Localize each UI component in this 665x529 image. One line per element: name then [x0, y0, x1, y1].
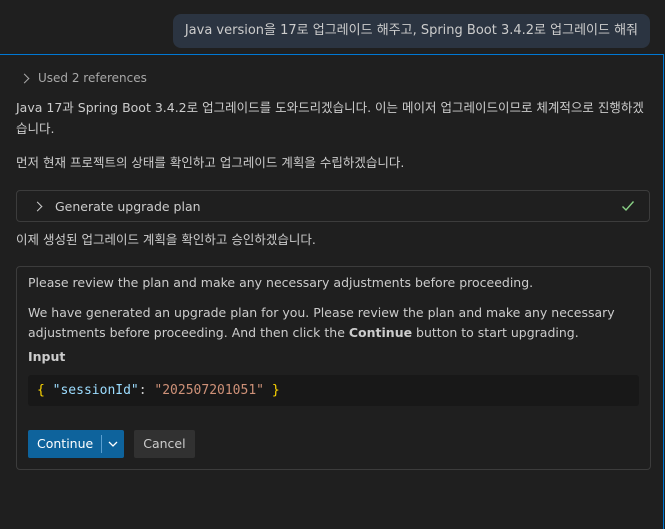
- input-code-block: { "sessionId": "202507201051" }: [28, 375, 639, 406]
- confirmation-intro: Please review the plan and make any nece…: [28, 275, 534, 290]
- continue-split-button: Continue: [28, 430, 125, 458]
- continue-emphasis: Continue: [348, 325, 413, 340]
- chat-panel: Java version을 17로 업그레이드 해주고, Spring Boot…: [0, 0, 665, 529]
- tool-call-generate-upgrade-plan[interactable]: Generate upgrade plan: [16, 190, 650, 222]
- user-message-bubble: Java version을 17로 업그레이드 해주고, Spring Boot…: [172, 14, 650, 48]
- confirmation-card: Please review the plan and make any nece…: [16, 266, 651, 470]
- continue-dropdown-button[interactable]: [102, 430, 124, 458]
- tool-call-label: Generate upgrade plan: [55, 198, 201, 214]
- response-paragraph-1: Java 17과 Spring Boot 3.4.2로 업그레이드를 도와드리겠…: [16, 100, 644, 136]
- chevron-right-icon: [19, 73, 30, 83]
- chat-history-top: Java version을 17로 업그레이드 해주고, Spring Boot…: [0, 0, 665, 54]
- confirmation-actions: Continue Cancel: [28, 430, 195, 458]
- chevron-right-icon: [32, 201, 43, 211]
- confirmation-description: We have generated an upgrade plan for yo…: [28, 305, 615, 340]
- continue-button[interactable]: Continue: [28, 430, 101, 458]
- chevron-down-icon: [108, 441, 118, 447]
- input-heading: Input: [28, 349, 66, 364]
- assistant-response: Used 2 references Java 17과 Spring Boot 3…: [0, 54, 664, 529]
- used-references-label: Used 2 references: [38, 71, 147, 85]
- response-paragraph-2: 먼저 현재 프로젝트의 상태를 확인하고 업그레이드 계획을 수립하겠습니다.: [16, 155, 405, 170]
- used-references-toggle[interactable]: Used 2 references: [19, 71, 147, 85]
- response-paragraph-3: 이제 생성된 업그레이드 계획을 확인하고 승인하겠습니다.: [16, 232, 316, 247]
- cancel-button[interactable]: Cancel: [134, 430, 195, 458]
- check-icon: [622, 201, 635, 212]
